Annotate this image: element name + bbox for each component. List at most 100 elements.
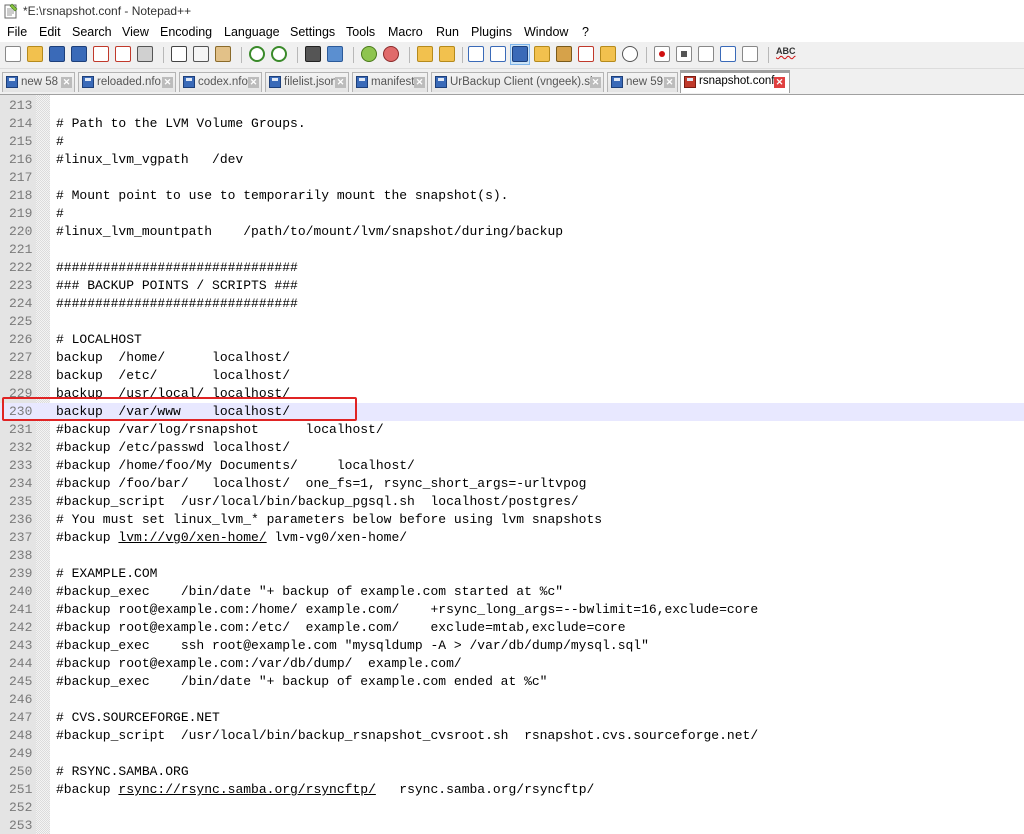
undo-icon[interactable]: [249, 46, 265, 62]
code-line[interactable]: 217: [0, 169, 1024, 187]
code-line[interactable]: 232 #backup /etc/passwd localhost/: [0, 439, 1024, 457]
code-line[interactable]: 222 ###############################: [0, 259, 1024, 277]
tab-close-icon[interactable]: ✕: [774, 77, 785, 88]
menu-macro[interactable]: Macro: [388, 25, 423, 39]
code-line[interactable]: 252: [0, 799, 1024, 817]
indent-guide-icon[interactable]: [512, 46, 528, 62]
code-line[interactable]: 233 #backup /home/foo/My Documents/ local…: [0, 457, 1024, 475]
spell-check-icon[interactable]: ABC: [776, 46, 796, 62]
menu-help[interactable]: ?: [582, 25, 589, 39]
code-line[interactable]: 227 backup /home/ localhost/: [0, 349, 1024, 367]
function-list-icon[interactable]: [578, 46, 594, 62]
code-line[interactable]: 247 # CVS.SOURCEFORGE.NET: [0, 709, 1024, 727]
code-line[interactable]: 220 #linux_lvm_mountpath /path/to/mount/l…: [0, 223, 1024, 241]
code-line[interactable]: 235 #backup_script /usr/local/bin/backup_…: [0, 493, 1024, 511]
tab-close-icon[interactable]: ✕: [414, 77, 425, 88]
code-line[interactable]: 250 # RSYNC.SAMBA.ORG: [0, 763, 1024, 781]
menu-window[interactable]: Window: [524, 25, 568, 39]
stop-record-icon[interactable]: [676, 46, 692, 62]
code-line[interactable]: 242 #backup root@example.com:/etc/ exampl…: [0, 619, 1024, 637]
tab-close-icon[interactable]: ✕: [664, 77, 675, 88]
tab-manifest[interactable]: manifest ✕: [352, 72, 428, 92]
code-line[interactable]: 213: [0, 97, 1024, 115]
tab-close-icon[interactable]: ✕: [590, 77, 601, 88]
redo-icon[interactable]: [271, 46, 287, 62]
run-macro-multiple-icon[interactable]: [720, 46, 736, 62]
zoom-out-icon[interactable]: [383, 46, 399, 62]
menu-view[interactable]: View: [122, 25, 149, 39]
code-line[interactable]: 246: [0, 691, 1024, 709]
open-file-icon[interactable]: [27, 46, 43, 62]
save-macro-icon[interactable]: [742, 46, 758, 62]
replace-icon[interactable]: [327, 46, 343, 62]
menu-run[interactable]: Run: [436, 25, 459, 39]
code-line[interactable]: 218 # Mount point to use to temporarily m…: [0, 187, 1024, 205]
code-line[interactable]: 224 ###############################: [0, 295, 1024, 313]
show-all-chars-icon[interactable]: [490, 46, 506, 62]
tab-rsnapshot-conf[interactable]: rsnapshot.conf ✕: [680, 70, 790, 93]
code-line[interactable]: 249: [0, 745, 1024, 763]
tab-close-icon[interactable]: ✕: [335, 77, 346, 88]
code-line[interactable]: 223 ### BACKUP POINTS / SCRIPTS ###: [0, 277, 1024, 295]
menu-search[interactable]: Search: [72, 25, 112, 39]
tab-close-icon[interactable]: ✕: [61, 77, 72, 88]
close-all-icon[interactable]: [115, 46, 131, 62]
code-line[interactable]: 241 #backup root@example.com:/home/ examp…: [0, 601, 1024, 619]
sync-vertical-icon[interactable]: [417, 46, 433, 62]
code-line[interactable]: 243 #backup_exec ssh root@example.com "my…: [0, 637, 1024, 655]
code-line[interactable]: 236 # You must set linux_lvm_* parameters…: [0, 511, 1024, 529]
find-icon[interactable]: [305, 46, 321, 62]
code-line[interactable]: 215 #: [0, 133, 1024, 151]
editor-pane[interactable]: 213 214 # Path to the LVM Volume Groups. 21…: [0, 95, 1024, 834]
tab-urbackup-client[interactable]: UrBackup Client (vngeek).sh ✕: [431, 72, 604, 92]
record-macro-icon[interactable]: [654, 46, 670, 62]
code-line[interactable]: 231 #backup /var/log/rsnapshot localhost/: [0, 421, 1024, 439]
tab-close-icon[interactable]: ✕: [162, 77, 173, 88]
code-line[interactable]: 251 #backup rsync://rsync.samba.org/rsync…: [0, 781, 1024, 799]
code-line[interactable]: 214 # Path to the LVM Volume Groups.: [0, 115, 1024, 133]
paste-icon[interactable]: [215, 46, 231, 62]
code-line[interactable]: 248 #backup_script /usr/local/bin/backup_…: [0, 727, 1024, 745]
menu-settings[interactable]: Settings: [290, 25, 335, 39]
menu-tools[interactable]: Tools: [346, 25, 375, 39]
code-url-link[interactable]: rsync://rsync.samba.org/rsyncftp/: [118, 782, 375, 797]
language-icon[interactable]: [534, 46, 550, 62]
menu-language[interactable]: Language: [224, 25, 280, 39]
new-file-icon[interactable]: [5, 46, 21, 62]
code-line[interactable]: 216 #linux_lvm_vgpath /dev: [0, 151, 1024, 169]
code-line[interactable]: 226 # LOCALHOST: [0, 331, 1024, 349]
monitoring-icon[interactable]: [622, 46, 638, 62]
menu-file[interactable]: File: [7, 25, 27, 39]
code-line[interactable]: 253: [0, 817, 1024, 834]
code-line[interactable]: 239 # EXAMPLE.COM: [0, 565, 1024, 583]
code-line[interactable]: 228 backup /etc/ localhost/: [0, 367, 1024, 385]
save-all-icon[interactable]: [71, 46, 87, 62]
cut-icon[interactable]: [171, 46, 187, 62]
tab-new-59[interactable]: new 59 ✕: [607, 72, 678, 92]
code-line[interactable]: 219 #: [0, 205, 1024, 223]
tab-codex-nfo[interactable]: codex.nfo ✕: [179, 72, 262, 92]
print-icon[interactable]: [137, 46, 153, 62]
menu-edit[interactable]: Edit: [39, 25, 61, 39]
menu-encoding[interactable]: Encoding: [160, 25, 212, 39]
folder-workspace-icon[interactable]: [600, 46, 616, 62]
menu-plugins[interactable]: Plugins: [471, 25, 512, 39]
word-wrap-icon[interactable]: [468, 46, 484, 62]
code-line[interactable]: 238: [0, 547, 1024, 565]
tab-close-icon[interactable]: ✕: [248, 77, 259, 88]
code-line[interactable]: 237 #backup lvm://vg0/xen-home/ lvm-vg0/x…: [0, 529, 1024, 547]
code-line[interactable]: 244 #backup root@example.com:/var/db/dump…: [0, 655, 1024, 673]
code-line[interactable]: 245 #backup_exec /bin/date "+ backup of e…: [0, 673, 1024, 691]
copy-icon[interactable]: [193, 46, 209, 62]
code-line[interactable]: 234 #backup /foo/bar/ localhost/ one_fs=1…: [0, 475, 1024, 493]
tab-filelist-json[interactable]: filelist.json ✕: [265, 72, 349, 92]
close-icon[interactable]: [93, 46, 109, 62]
save-icon[interactable]: [49, 46, 65, 62]
code-line[interactable]: 221: [0, 241, 1024, 259]
tab-reloaded-nfo[interactable]: reloaded.nfo ✕: [78, 72, 176, 92]
code-line[interactable]: 225: [0, 313, 1024, 331]
code-line[interactable]: 240 #backup_exec /bin/date "+ backup of e…: [0, 583, 1024, 601]
code-url-link[interactable]: lvm://vg0/xen-home/: [118, 530, 266, 545]
doc-map-icon[interactable]: [556, 46, 572, 62]
sync-horizontal-icon[interactable]: [439, 46, 455, 62]
